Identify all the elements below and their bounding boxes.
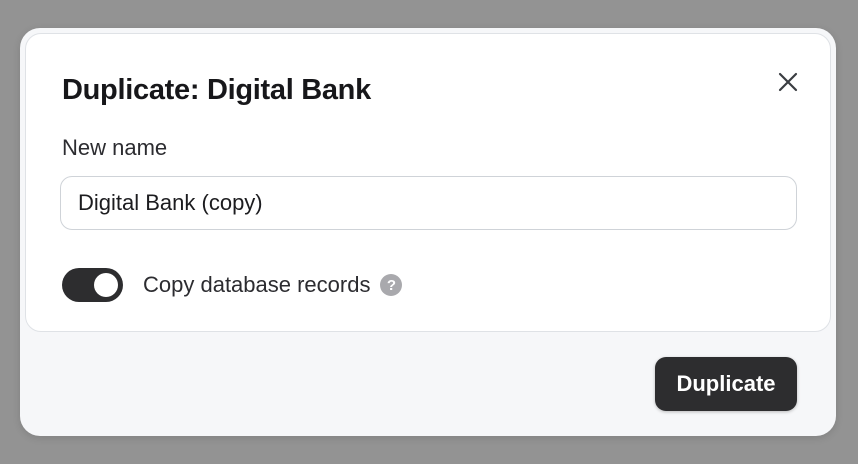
close-button[interactable] [774, 68, 802, 96]
question-circle-icon[interactable]: ? [380, 274, 403, 296]
copy-records-label: Copy database records [143, 272, 371, 297]
dialog-title: Duplicate: Digital Bank [62, 74, 371, 106]
copy-records-row: Copy database records ? [62, 267, 403, 303]
new-name-input[interactable] [60, 176, 797, 230]
toggle-knob [94, 273, 118, 297]
duplicate-dialog: Duplicate: Digital Bank New name Copy da… [20, 28, 836, 436]
new-name-label: New name [62, 135, 168, 160]
duplicate-button[interactable]: Duplicate [655, 357, 797, 411]
close-icon [778, 72, 798, 92]
copy-records-toggle[interactable] [62, 268, 123, 302]
dialog-body: Duplicate: Digital Bank New name Copy da… [25, 33, 831, 332]
